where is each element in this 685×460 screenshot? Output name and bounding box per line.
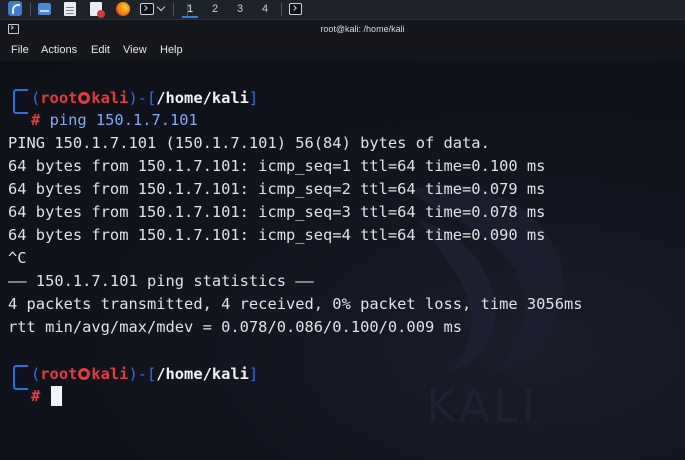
prompt-mid: )-[ [128, 89, 157, 107]
settings-launcher[interactable] [88, 0, 106, 19]
kali-menu-button[interactable] [4, 0, 26, 19]
output-line: —— 150.1.7.101 ping statistics —— [8, 272, 314, 290]
prompt-user: root [40, 365, 78, 383]
output-line: 64 bytes from 150.1.7.101: icmp_seq=1 tt… [8, 157, 546, 175]
menu-help[interactable]: Help [160, 39, 183, 61]
prompt-path: /home/kali [156, 89, 249, 107]
prompt-open: ( [31, 365, 41, 383]
workspace-3-button[interactable]: 3 [228, 0, 252, 19]
menubar: File Actions Edit View Help [0, 39, 685, 61]
terminal-output-area[interactable]: KALI (root kali)-[/home/kali] # ping 150.… [0, 61, 685, 460]
output-line: 64 bytes from 150.1.7.101: icmp_seq=4 tt… [8, 226, 546, 244]
kali-watermark-text: KALI [426, 379, 539, 433]
prompt-close: ] [248, 89, 259, 107]
prompt-host: kali [91, 365, 129, 383]
taskbar-terminal-window-button[interactable] [283, 0, 307, 19]
kali-dragon-icon [8, 1, 22, 16]
output-line: PING 150.1.7.101 (150.1.7.101) 56(84) by… [8, 134, 490, 152]
prompt-host: kali [91, 89, 129, 107]
chevron-down-icon[interactable] [156, 2, 166, 12]
prompt-line: (root kali)-[/home/kali] [31, 87, 258, 110]
menu-actions[interactable]: Actions [41, 39, 77, 61]
taskbar-separator [173, 3, 174, 16]
output-line: ^C [8, 249, 27, 267]
folder-icon [38, 3, 51, 15]
command-line: # ping 150.1.7.101 [31, 109, 198, 132]
skull-icon [78, 368, 91, 380]
prompt-close: ] [248, 365, 259, 383]
prompt-symbol: # [31, 111, 41, 129]
firefox-icon [116, 2, 130, 16]
prompt-line: (root kali)-[/home/kali] [31, 363, 258, 386]
firefox-launcher[interactable] [114, 0, 132, 19]
prompt-mid: )-[ [128, 365, 157, 383]
text-editor-launcher[interactable] [62, 0, 78, 19]
taskbar-separator [281, 3, 282, 16]
terminal-cursor [51, 386, 62, 406]
taskbar: 1 2 3 4 [0, 0, 685, 20]
menu-view[interactable]: View [123, 39, 147, 61]
prompt-open: ( [31, 89, 41, 107]
workspace-4-button[interactable]: 4 [253, 0, 277, 19]
menu-edit[interactable]: Edit [91, 39, 110, 61]
output-line: 4 packets transmitted, 4 received, 0% pa… [8, 295, 583, 313]
prompt-frame [13, 365, 28, 390]
output-line: rtt min/avg/max/mdev = 0.078/0.086/0.100… [8, 318, 463, 336]
text-editor-icon [64, 2, 76, 16]
prompt-path: /home/kali [156, 365, 249, 383]
skull-icon [78, 92, 91, 104]
settings-document-icon [90, 2, 105, 18]
output-line: 64 bytes from 150.1.7.101: icmp_seq=3 tt… [8, 203, 546, 221]
file-manager-launcher[interactable] [36, 0, 52, 19]
taskbar-separator [30, 3, 31, 16]
terminal-icon [289, 3, 302, 15]
output-line: 64 bytes from 150.1.7.101: icmp_seq=2 tt… [8, 180, 546, 198]
prompt-symbol: # [31, 387, 41, 405]
command-text: ping 150.1.7.101 [49, 111, 198, 129]
window-title: root@kali: /home/kali [320, 24, 405, 34]
terminal-icon [140, 3, 154, 15]
prompt-user: root [40, 89, 78, 107]
terminal-launcher[interactable] [139, 0, 169, 19]
menu-file[interactable]: File [11, 39, 29, 61]
workspace-1-button[interactable]: 1 [178, 0, 202, 19]
window-titlebar[interactable]: root@kali: /home/kali [0, 20, 685, 39]
command-line: # [31, 385, 40, 408]
prompt-frame [13, 89, 28, 114]
workspace-2-button[interactable]: 2 [203, 0, 227, 19]
